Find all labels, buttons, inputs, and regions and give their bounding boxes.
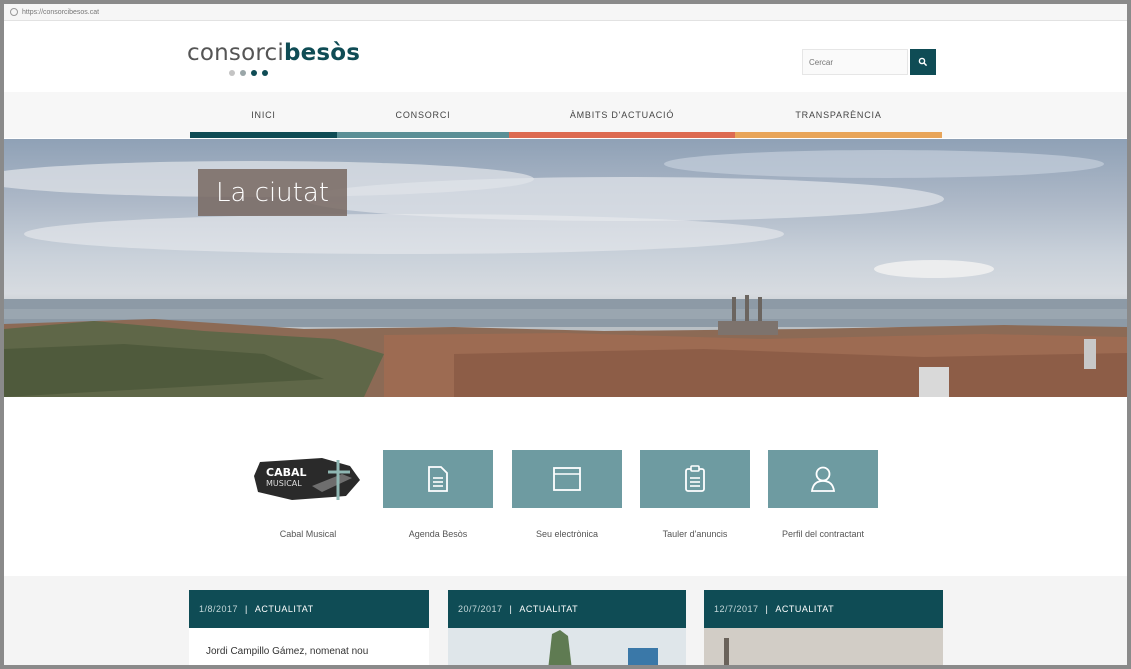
quick-link-tile[interactable] bbox=[640, 450, 750, 508]
logo-dot bbox=[229, 70, 235, 76]
search-form bbox=[802, 49, 936, 75]
quick-link-label[interactable]: Cabal Musical bbox=[233, 529, 383, 539]
site-header: consorcibesòs bbox=[4, 22, 1127, 92]
url-text[interactable]: https://consorcibesos.cat bbox=[22, 9, 99, 16]
cabal-musical-logo-icon: CABAL MUSICAL bbox=[254, 458, 360, 500]
cabal-musical-link[interactable]: CABAL MUSICAL Cabal Musical bbox=[252, 456, 364, 539]
nav-color-bar bbox=[190, 132, 337, 138]
quick-link-tauler[interactable]: Tauler d'anuncis bbox=[640, 450, 750, 539]
nav-item-label: ÀMBITS D'ACTUACIÓ bbox=[569, 110, 675, 120]
news-category: ACTUALITAT bbox=[254, 604, 314, 614]
quick-link-perfil-contractant[interactable]: Perfil del contractant bbox=[768, 450, 878, 539]
search-input[interactable] bbox=[802, 49, 908, 75]
site-logo[interactable]: consorcibesòs bbox=[187, 40, 360, 76]
quick-link-agenda[interactable]: Agenda Besòs bbox=[383, 450, 493, 539]
cabal-logo-line1: CABAL bbox=[266, 466, 307, 479]
news-card[interactable]: 20/7/2017 | ACTUALITAT bbox=[448, 590, 686, 665]
news-headline[interactable]: Jordi Campillo Gámez, nomenat nou bbox=[189, 628, 429, 657]
news-date: 20/7/2017 bbox=[458, 604, 503, 614]
browser-frame: https://consorcibesos.cat consorcibesòs bbox=[4, 4, 1127, 665]
document-icon bbox=[428, 466, 448, 492]
quick-link-tile[interactable] bbox=[768, 450, 878, 508]
separator: | bbox=[245, 604, 248, 614]
news-category: ACTUALITAT bbox=[775, 604, 835, 614]
search-button[interactable] bbox=[910, 49, 936, 75]
address-bar[interactable]: https://consorcibesos.cat bbox=[4, 4, 1127, 21]
logo-dot bbox=[262, 70, 268, 76]
news-card-header: 1/8/2017 | ACTUALITAT bbox=[189, 590, 429, 628]
logo-dots bbox=[229, 70, 268, 76]
news-category: ACTUALITAT bbox=[519, 604, 579, 614]
news-date: 1/8/2017 bbox=[199, 604, 239, 614]
logo-dot bbox=[240, 70, 246, 76]
nav-item-transparencia[interactable]: TRANSPARÈNCIA bbox=[735, 92, 942, 138]
quick-link-seu-electronica[interactable]: Seu electrònica bbox=[512, 450, 622, 539]
nav-color-bar bbox=[735, 132, 942, 138]
nav-item-label: CONSORCI bbox=[395, 110, 451, 120]
logo-word-bold: besòs bbox=[283, 40, 361, 66]
news-card-image bbox=[704, 628, 943, 665]
info-icon bbox=[10, 8, 18, 16]
quick-link-label[interactable]: Agenda Besòs bbox=[363, 529, 513, 539]
quick-link-tile[interactable] bbox=[512, 450, 622, 508]
nav-color-bar bbox=[509, 132, 735, 138]
nav-item-inici[interactable]: INICI bbox=[190, 92, 337, 138]
user-icon bbox=[810, 466, 836, 492]
news-card-header: 12/7/2017 | ACTUALITAT bbox=[704, 590, 943, 628]
hero-title: La ciutat bbox=[198, 169, 347, 216]
search-icon bbox=[918, 57, 928, 67]
news-card-header: 20/7/2017 | ACTUALITAT bbox=[448, 590, 686, 628]
quick-links: CABAL MUSICAL Cabal Musical Agenda Besòs bbox=[4, 398, 1127, 576]
hero-banner: La ciutat bbox=[4, 139, 1127, 397]
separator: | bbox=[765, 604, 769, 614]
logo-dot bbox=[251, 70, 257, 76]
news-card[interactable]: 1/8/2017 | ACTUALITAT Jordi Campillo Gám… bbox=[189, 590, 429, 665]
main-nav: INICI CONSORCI ÀMBITS D'ACTUACIÓ TRANSPA… bbox=[4, 92, 1127, 138]
logo-word-light: consorci bbox=[187, 40, 284, 66]
quick-link-tile[interactable] bbox=[383, 450, 493, 508]
nav-item-consorci[interactable]: CONSORCI bbox=[337, 92, 509, 138]
city-panorama-image bbox=[4, 150, 1127, 397]
news-card-image bbox=[448, 628, 686, 665]
news-date: 12/7/2017 bbox=[714, 604, 759, 614]
news-card[interactable]: 12/7/2017 | ACTUALITAT bbox=[704, 590, 943, 665]
quick-link-label[interactable]: Perfil del contractant bbox=[748, 529, 898, 539]
nav-item-label: TRANSPARÈNCIA bbox=[795, 110, 882, 120]
nav-item-label: INICI bbox=[251, 110, 276, 120]
browser-window-icon bbox=[553, 467, 581, 491]
logo-wordmark[interactable]: consorcibesòs bbox=[187, 40, 360, 66]
nav-item-ambits[interactable]: ÀMBITS D'ACTUACIÓ bbox=[509, 92, 735, 138]
clipboard-icon bbox=[685, 465, 705, 492]
cabal-logo-line2: MUSICAL bbox=[266, 479, 302, 488]
nav-color-bar bbox=[337, 132, 509, 138]
separator: | bbox=[509, 604, 513, 614]
